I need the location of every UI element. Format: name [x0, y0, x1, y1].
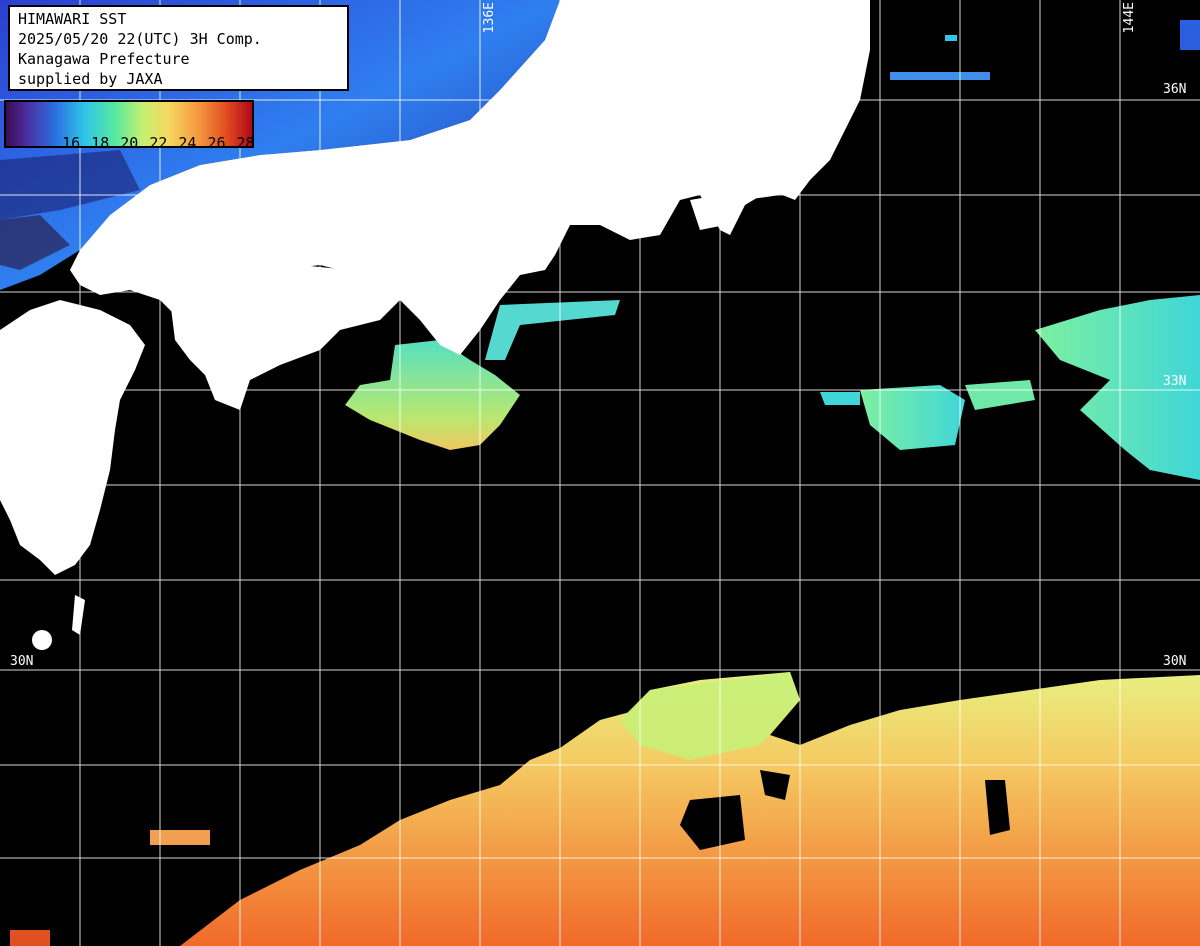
legend-tick: 28: [236, 134, 255, 152]
map-title: HIMAWARI SST: [18, 10, 127, 28]
legend-tick: 22: [149, 134, 168, 152]
legend-tick: 16: [62, 134, 81, 152]
temperature-legend: 16 18 20 22 24 26 28: [4, 100, 255, 152]
legend-tick: 20: [120, 134, 139, 152]
legend-tick: 24: [178, 134, 197, 152]
legend-tick: 18: [91, 134, 110, 152]
info-box: HIMAWARI SST 2025/05/20 22(UTC) 3H Comp.…: [8, 5, 349, 91]
lon-label-144e: 144E: [1122, 2, 1137, 34]
legend-tick: 26: [207, 134, 226, 152]
map-datetime: 2025/05/20 22(UTC) 3H Comp.: [18, 30, 262, 48]
lon-label-136e: 136E: [482, 2, 497, 34]
lat-label-30n-left: 30N: [10, 654, 34, 669]
lat-label-33n-right: 33N: [1163, 374, 1187, 389]
map-region: Kanagawa Prefecture: [18, 50, 190, 68]
lat-label-33-left: 33: [10, 374, 26, 389]
lat-label-36n-right: 36N: [1163, 82, 1187, 97]
legend-tick-labels: 16 18 20 22 24 26 28: [26, 116, 266, 170]
lat-label-30n-right: 30N: [1163, 654, 1187, 669]
map-credit: supplied by JAXA: [18, 70, 163, 88]
